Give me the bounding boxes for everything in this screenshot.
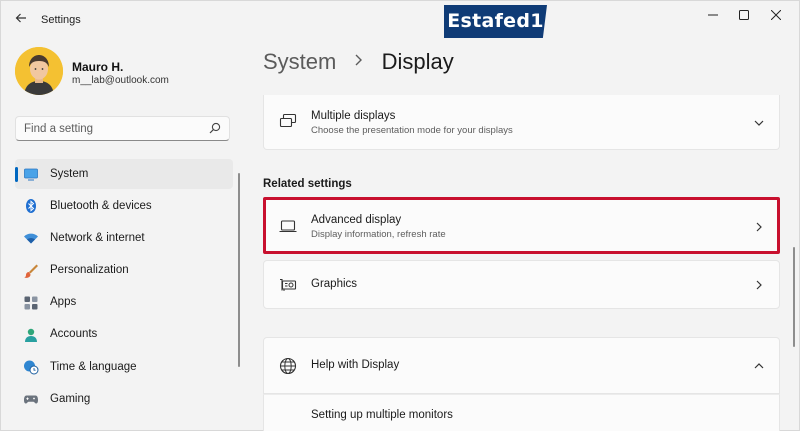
sidebar-item-label: Bluetooth & devices bbox=[50, 199, 152, 212]
sidebar-item-label: Accounts bbox=[50, 328, 98, 341]
breadcrumb: System Display bbox=[263, 49, 454, 75]
chevron-up-icon[interactable] bbox=[753, 360, 765, 372]
maximize-icon bbox=[739, 10, 749, 20]
sidebar-item-label: Network & internet bbox=[50, 231, 145, 244]
laptop-icon bbox=[279, 220, 297, 233]
title-bar: Settings Estafed1 bbox=[1, 1, 800, 38]
close-button[interactable] bbox=[763, 6, 789, 26]
search-input[interactable]: Find a setting bbox=[15, 116, 230, 141]
sidebar-item-personalization[interactable]: Personalization bbox=[15, 256, 233, 286]
minimize-icon bbox=[708, 14, 718, 16]
sidebar-item-time-language[interactable]: Time & language bbox=[15, 352, 233, 382]
sidebar-item-label: Personalization bbox=[50, 264, 129, 277]
page-title: Display bbox=[381, 49, 454, 74]
sidebar-item-accounts[interactable]: Accounts bbox=[15, 320, 233, 350]
sidebar-item-label: Time & language bbox=[50, 360, 137, 373]
card-subtitle: Display information, refresh rate bbox=[311, 229, 446, 240]
avatar[interactable] bbox=[15, 47, 63, 95]
sidebar-item-label: Gaming bbox=[50, 392, 91, 405]
settings-window: Settings Estafed1 Mauro H. m__lab@outloo… bbox=[0, 0, 800, 431]
breadcrumb-chevron-icon bbox=[354, 53, 363, 71]
breadcrumb-parent[interactable]: System bbox=[263, 49, 336, 74]
back-arrow-icon bbox=[15, 13, 26, 23]
multiple-displays-card[interactable]: Multiple displays Choose the presentatio… bbox=[263, 95, 780, 150]
sidebar-item-network[interactable]: Network & internet bbox=[15, 223, 233, 253]
app-title: Settings bbox=[41, 14, 81, 26]
minimize-button[interactable] bbox=[700, 6, 726, 26]
card-title: Graphics bbox=[311, 278, 358, 290]
watermark-logo: Estafed1 bbox=[444, 5, 547, 38]
sidebar-item-apps[interactable]: Apps bbox=[15, 288, 233, 318]
wifi-icon bbox=[24, 234, 38, 244]
bluetooth-icon bbox=[26, 199, 36, 214]
close-icon bbox=[770, 9, 782, 21]
maximize-button[interactable] bbox=[731, 6, 757, 26]
active-indicator bbox=[15, 167, 18, 182]
advanced-display-card[interactable]: Advanced display Display information, re… bbox=[263, 198, 780, 253]
graphics-card[interactable]: Graphics bbox=[263, 260, 780, 309]
main-scrollbar[interactable] bbox=[793, 247, 795, 347]
sidebar-item-system[interactable]: System bbox=[15, 159, 233, 189]
search-placeholder: Find a setting bbox=[24, 123, 94, 135]
sidebar-item-gaming[interactable]: Gaming bbox=[15, 384, 233, 414]
chevron-down-icon[interactable] bbox=[753, 117, 765, 129]
back-button[interactable] bbox=[9, 9, 33, 29]
search-icon[interactable] bbox=[209, 122, 221, 134]
help-with-display-card[interactable]: Help with Display bbox=[263, 337, 780, 394]
sidebar-item-label: Apps bbox=[50, 296, 77, 309]
brush-icon bbox=[24, 264, 38, 278]
globe-icon bbox=[279, 357, 297, 375]
user-avatar-icon bbox=[15, 47, 63, 95]
chevron-right-icon[interactable] bbox=[753, 221, 765, 233]
multiple-displays-icon bbox=[279, 113, 297, 128]
sidebar-scrollbar[interactable] bbox=[238, 173, 240, 367]
sidebar-item-label: System bbox=[50, 167, 89, 180]
sidebar-item-bluetooth[interactable]: Bluetooth & devices bbox=[15, 191, 233, 221]
card-title: Help with Display bbox=[311, 359, 400, 371]
monitor-icon bbox=[24, 168, 38, 181]
apps-icon bbox=[24, 296, 38, 310]
person-icon bbox=[25, 328, 37, 342]
card-subtitle: Choose the presentation mode for your di… bbox=[311, 125, 513, 136]
help-content: Setting up multiple monitors bbox=[263, 394, 780, 431]
chevron-right-icon[interactable] bbox=[753, 279, 765, 291]
graphics-card-icon bbox=[280, 278, 297, 291]
card-title: Advanced display bbox=[311, 214, 402, 226]
profile-name: Mauro H. bbox=[72, 60, 124, 74]
related-settings-heading: Related settings bbox=[263, 178, 352, 190]
globe-clock-icon bbox=[24, 360, 39, 375]
help-link-multiple-monitors[interactable]: Setting up multiple monitors bbox=[311, 409, 453, 421]
card-title: Multiple displays bbox=[311, 110, 396, 122]
gamepad-icon bbox=[24, 395, 38, 404]
profile-email: m__lab@outlook.com bbox=[72, 75, 169, 86]
sidebar-nav: System Bluetooth & devices Network & int… bbox=[15, 159, 233, 417]
